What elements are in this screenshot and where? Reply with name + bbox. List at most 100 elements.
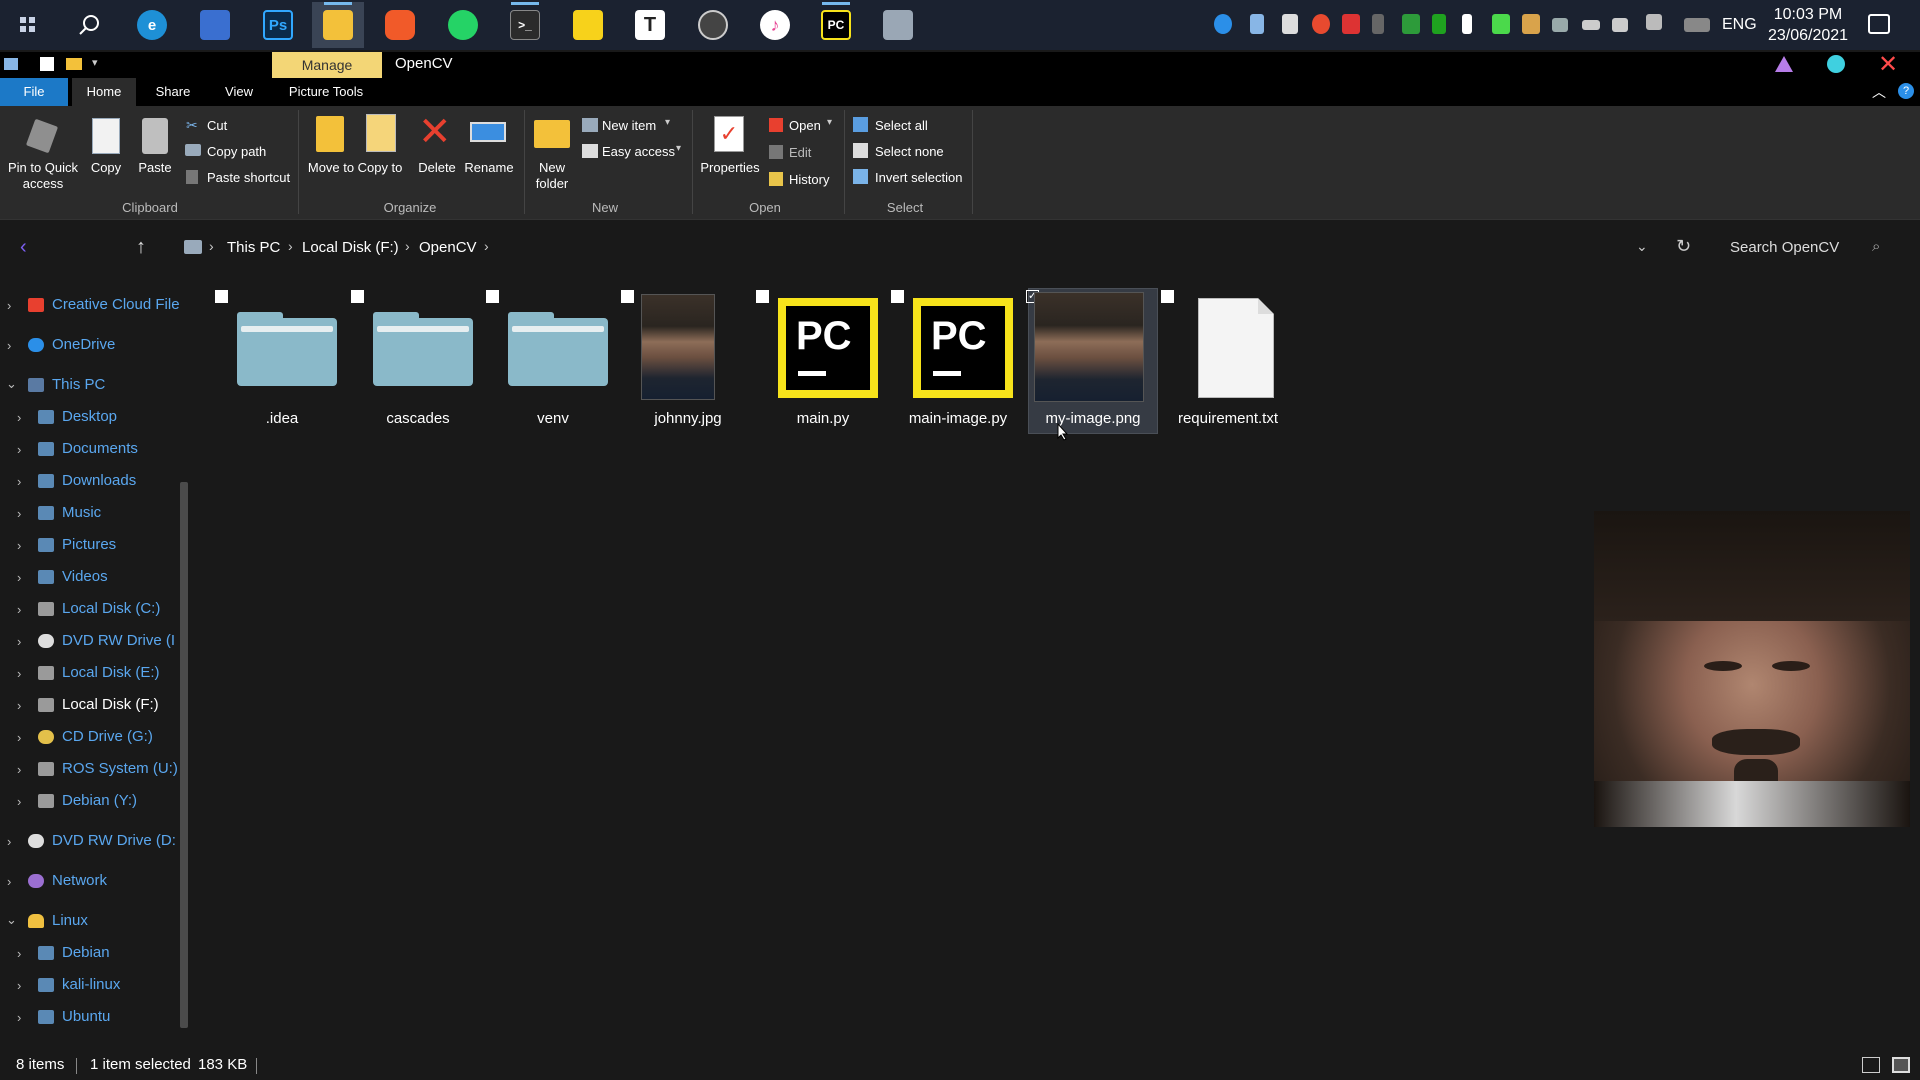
item-checkbox[interactable] — [621, 290, 634, 303]
sidebar-scrollbar[interactable] — [180, 286, 188, 1028]
new-folder-button[interactable]: New folder — [526, 160, 578, 192]
properties-button[interactable]: Properties — [696, 160, 764, 176]
help-icon[interactable] — [1214, 14, 1232, 34]
copy-to-button[interactable]: Copy to — [356, 160, 404, 176]
discord-icon[interactable] — [1282, 14, 1298, 34]
tab-view[interactable]: View — [210, 78, 268, 106]
triangle-icon[interactable] — [1775, 56, 1793, 72]
large-icons-view-icon[interactable] — [1892, 1057, 1910, 1073]
expand-chevron-icon[interactable]: › — [17, 602, 21, 617]
file-item-main-py[interactable]: PC main.py — [756, 290, 888, 430]
breadcrumb-this-pc[interactable]: This PC — [227, 239, 280, 256]
copy-path-button[interactable]: Copy path — [207, 144, 266, 160]
file-item-requirement-txt[interactable]: requirement.txt — [1161, 290, 1293, 430]
sidebar-item-debian-y[interactable]: Debian (Y:) — [62, 792, 137, 809]
expand-chevron-icon[interactable]: › — [17, 634, 21, 649]
expand-chevron-icon[interactable]: › — [17, 978, 21, 993]
edge-icon[interactable]: e — [126, 2, 178, 48]
notification-icon[interactable] — [1868, 14, 1890, 34]
breadcrumb-separator-icon[interactable]: › — [209, 238, 214, 254]
wifi-icon[interactable] — [1552, 18, 1568, 32]
tray-color-icon[interactable] — [1522, 14, 1540, 34]
sidebar-item-pictures[interactable]: Pictures — [62, 536, 116, 553]
history-button[interactable]: History — [789, 172, 829, 188]
expand-chevron-icon[interactable]: › — [17, 506, 21, 521]
sidebar-item-linux[interactable]: Linux — [52, 912, 88, 929]
app-icon[interactable] — [872, 2, 924, 48]
invert-selection-button[interactable]: Invert selection — [875, 170, 962, 186]
expand-chevron-icon[interactable]: › — [17, 538, 21, 553]
tray-green-icon[interactable] — [1402, 14, 1420, 34]
expand-chevron-icon[interactable]: › — [17, 474, 21, 489]
customize-quick-access-icon[interactable]: ▾ — [92, 56, 98, 69]
itunes-icon[interactable]: ♪ — [749, 2, 801, 48]
paste-button[interactable]: Paste — [134, 160, 176, 176]
keyboard-icon[interactable] — [1684, 18, 1710, 32]
sidebar-item-cd-drive-g[interactable]: CD Drive (G:) — [62, 728, 153, 745]
close-icon[interactable]: ✕ — [1878, 50, 1898, 79]
sidebar-item-dvd-rw-drive-d[interactable]: DVD RW Drive (D: — [52, 832, 176, 849]
expand-chevron-icon[interactable]: › — [17, 794, 21, 809]
language-indicator[interactable]: ENG — [1722, 16, 1757, 34]
expand-chevron-icon[interactable]: › — [17, 410, 21, 425]
pen-icon[interactable] — [1646, 14, 1662, 30]
microphone-icon[interactable] — [1462, 14, 1472, 34]
copy-button[interactable]: Copy — [86, 160, 126, 176]
tray-arrow-icon[interactable] — [1492, 14, 1510, 34]
file-item-cascades[interactable]: cascades — [351, 290, 483, 430]
collapse-chevron-icon[interactable]: ⌄ — [6, 912, 17, 928]
photoshop-icon[interactable]: Ps — [252, 2, 304, 48]
sidebar-item-local-disk-e[interactable]: Local Disk (E:) — [62, 664, 160, 681]
delete-button[interactable]: Delete — [412, 160, 462, 176]
collapse-chevron-icon[interactable]: ⌄ — [6, 376, 17, 392]
item-checkbox[interactable] — [215, 290, 228, 303]
item-checkbox[interactable] — [756, 290, 769, 303]
sidebar-item-debian[interactable]: Debian — [62, 944, 110, 961]
sidebar-item-ubuntu[interactable]: Ubuntu — [62, 1008, 110, 1025]
select-all-button[interactable]: Select all — [875, 118, 928, 134]
rename-button[interactable]: Rename — [462, 160, 516, 176]
expand-chevron-icon[interactable]: › — [17, 666, 21, 681]
breadcrumb-opencv[interactable]: OpenCV — [419, 239, 477, 256]
pycharm-taskbar-icon[interactable]: PC — [810, 2, 862, 48]
expand-chevron-icon[interactable]: › — [17, 730, 21, 745]
sidebar-item-local-disk-c[interactable]: Local Disk (C:) — [62, 600, 160, 617]
expand-chevron-icon[interactable]: › — [7, 834, 11, 849]
breadcrumb-local-disk-f[interactable]: Local Disk (F:) — [302, 239, 399, 256]
file-item-johnny-jpg[interactable]: johnny.jpg — [621, 290, 753, 430]
obs-icon[interactable] — [687, 2, 739, 48]
sidebar-item-network[interactable]: Network — [52, 872, 107, 889]
new-item-button[interactable]: New item — [602, 118, 656, 134]
tab-picture-tools[interactable]: Picture Tools — [282, 78, 370, 106]
tray-red-icon[interactable] — [1342, 14, 1360, 34]
address-history-chevron-icon[interactable]: ⌄ — [1636, 238, 1648, 255]
store-icon[interactable] — [189, 2, 241, 48]
search-icon[interactable] — [63, 2, 115, 48]
sidebar-item-documents[interactable]: Documents — [62, 440, 138, 457]
brave-icon[interactable] — [374, 2, 426, 48]
expand-chevron-icon[interactable]: › — [7, 874, 11, 889]
sticky-notes-icon[interactable] — [562, 2, 614, 48]
tab-home[interactable]: Home — [72, 78, 136, 106]
sidebar-item-music[interactable]: Music — [62, 504, 101, 521]
open-button[interactable]: Open — [789, 118, 821, 134]
item-checkbox[interactable] — [351, 290, 364, 303]
clock-time[interactable]: 10:03 PM — [1768, 6, 1848, 24]
sidebar-item-onedrive[interactable]: OneDrive — [52, 336, 115, 353]
new-folder-quick-icon[interactable] — [66, 58, 82, 70]
up-icon[interactable]: ↑ — [136, 236, 146, 259]
pin-to-quick-access-button[interactable]: Pin to Quick access — [2, 160, 84, 192]
item-checkbox[interactable] — [891, 290, 904, 303]
sidebar-item-dvd-rw-drive-i[interactable]: DVD RW Drive (I — [62, 632, 175, 649]
breadcrumb-separator-icon[interactable]: › — [484, 238, 489, 254]
expand-chevron-icon[interactable]: › — [17, 570, 21, 585]
tab-share[interactable]: Share — [146, 78, 200, 106]
cut-button[interactable]: Cut — [207, 118, 227, 134]
task-view-icon[interactable] — [2, 2, 54, 48]
chrome-icon[interactable] — [1312, 14, 1330, 34]
security-icon[interactable] — [1372, 14, 1384, 34]
sidebar-item-ros-system-u[interactable]: ROS System (U:) — [62, 760, 178, 777]
expand-chevron-icon[interactable]: › — [17, 698, 21, 713]
back-icon[interactable]: ‹ — [20, 236, 27, 259]
tray-green2-icon[interactable] — [1432, 14, 1446, 34]
